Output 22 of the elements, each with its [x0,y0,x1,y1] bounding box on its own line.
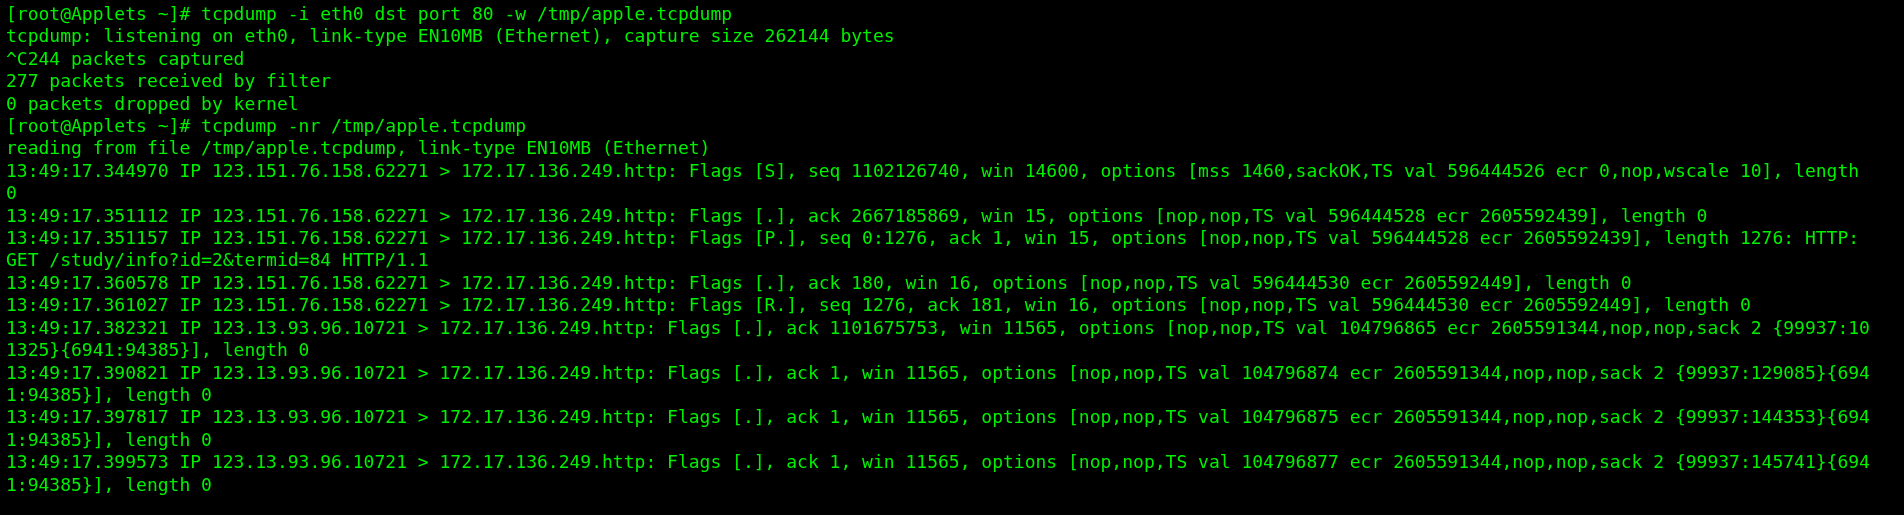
terminal-line: 13:49:17.351157 IP 123.151.76.158.62271 > 172.17.136.249.http: Flags [P.], seq 0:1276, ack 1, win 15, options [nop,nop,TS val 596444528 ecr 2605592439], length 1276: HTTP: [6,227,1860,250]
terminal-line: 1:94385}], length 0 [6,383,212,407]
terminal-line: 13:49:17.344970 IP 123.151.76.158.62271 > 172.17.136.249.http: Flags [S], seq 1102126740, win 14600, options [mss 1460,sackOK,TS val 596444526 ecr 0,nop,wscale 10], length [6,159,1860,183]
terminal-line: reading from file /tmp/apple.tcpdump, link-type EN10MB (Ethernet) [6,137,711,160]
terminal-line: 0 [6,182,17,205]
terminal-line: 277 packets received by filter [6,70,332,93]
terminal-line: 0 packets dropped by kernel [6,92,299,116]
terminal-line: 13:49:17.390821 IP 123.13.93.96.10721 > 172.17.136.249.http: Flags [.], ack 1, win 11565, options [nop,nop,TS val 104796874 ecr 2605591344,nop,nop,sack 2 {99937:129085}{694 [6,361,1870,384]
terminal-line: 13:49:17.399573 IP 123.13.93.96.10721 > 172.17.136.249.http: Flags [.], ack 1, win 11565, options [nop,nop,TS val 104796877 ecr 2605591344,nop,nop,sack 2 {99937:145741}{694 [6,451,1870,474]
terminal-line: 13:49:17.351112 IP 123.151.76.158.62271 > 172.17.136.249.http: Flags [.], ack 2667185869, win 15, options [nop,nop,TS val 596444528 ecr 2605592439], length 0 [6,204,1708,228]
terminal-line: 13:49:17.382321 IP 123.13.93.96.10721 > 172.17.136.249.http: Flags [.], ack 1101675753, win 11565, options [nop,nop,TS val 104796865 ecr 2605591344,nop,nop,sack 2 {99937:10 [6,316,1870,340]
terminal-line: 13:49:17.360578 IP 123.151.76.158.62271 > 172.17.136.249.http: Flags [.], ack 180, win 16, options [nop,nop,TS val 596444530 ecr 2605592449], length 0 [6,271,1632,295]
terminal-line: 13:49:17.361027 IP 123.151.76.158.62271 > 172.17.136.249.http: Flags [R.], seq 1276, ack 181, win 16, options [nop,nop,TS val 596444530 ecr 2605592449], length 0 [6,294,1751,317]
terminal-line: 13:49:17.397817 IP 123.13.93.96.10721 > 172.17.136.249.http: Flags [.], ack 1, win 11565, options [nop,nop,TS val 104796875 ecr 2605591344,nop,nop,sack 2 {99937:144353}{694 [6,406,1870,429]
terminal-line: 1325}{6941:94385}], length 0 [6,339,310,362]
terminal-line: [root@Applets ~]# tcpdump -nr /tmp/apple.tcpdump [6,115,527,138]
terminal-line: ^C244 packets captured [6,47,245,71]
terminal-line: 1:94385}], length 0 [6,473,212,496]
terminal-line: [root@Applets ~]# tcpdump -i eth0 dst port 80 -w /tmp/apple.tcpdump [6,3,733,26]
terminal-line: tcpdump: listening on eth0, link-type EN10MB (Ethernet), capture size 262144 bytes [6,25,895,48]
terminal-line: GET /study/info?id=2&termid=84 HTTP/1.1 [6,249,429,272]
terminal-line: 1:94385}], length 0 [6,428,212,452]
